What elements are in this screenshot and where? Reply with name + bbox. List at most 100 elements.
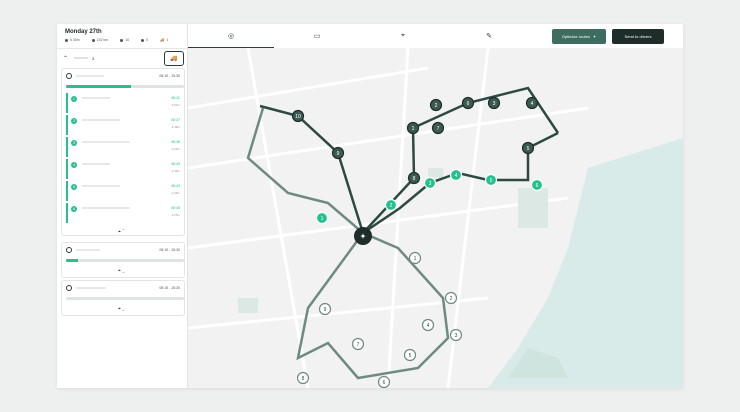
tab-locations[interactable]: ⌖ [360,24,446,47]
expand-control[interactable]: ⌖ ⌄ [118,268,125,274]
map-stop-label: 4 [531,101,534,107]
stop-item[interactable]: 1 08:31 2:52m [66,93,184,113]
stop-address-placeholder [82,141,130,143]
stop-number: 6 [71,206,77,212]
stop-duration: 2:26m [171,147,180,151]
duration-stat: 6 35m [65,38,80,42]
bus-icon: ▭ [313,32,321,40]
depot-icon: ✦ [360,232,367,241]
map-stop-label: 3 [493,101,496,107]
route-group-header[interactable]: ⌃ 3 🚚 [57,49,187,67]
box-icon [141,38,145,42]
stop-item[interactable]: 6 08:45 2:25m [66,203,184,223]
map-stop-label: 6 [536,183,539,189]
stop-address-placeholder [82,119,120,121]
map[interactable]: 1 2 3 4 5 6 7 8 9 10 1 2 3 4 5 6 1 2 3 4 5 6 7 8 9 ✦ [188,48,683,388]
pin-icon [120,38,124,42]
clock-icon [65,38,68,42]
map-stop-label: 4 [455,173,458,179]
route-progress [66,297,184,300]
map-stop-label: 1 [321,216,324,222]
route-count: 3 [92,55,95,61]
map-stop-label: 7 [357,342,360,348]
route-card-1[interactable]: 08:15 - 15:30 1 08:31 2:52m 2 08:37 2:48m 3 08:… [61,68,185,236]
vehicle-button[interactable]: 🚚 [164,51,184,66]
map-stop-label: 5 [490,178,493,184]
tab-edit[interactable]: ✎ [446,24,532,47]
stop-number: 5 [71,184,77,190]
day-header: Monday 27th 6 35m 152 km 16 0 🚚 1 [57,24,187,49]
route-time: 08:15 - 15:30 [159,286,180,290]
route-progress-fill [66,259,78,262]
distance-stat: 152 km [91,38,108,42]
stop-item[interactable]: 4 08:39 2:36m [66,159,184,179]
map-stop-label: 5 [527,146,530,152]
map-stop-label: 8 [302,376,305,382]
map-stop-label: 8 [413,176,416,182]
map-stop-label: 4 [427,323,430,329]
route-progress [66,259,184,262]
route-time: 08:15 - 15:30 [159,248,180,252]
driver-name-placeholder [76,75,104,77]
driver-avatar [66,285,72,291]
map-stop-label: 2 [390,203,393,209]
map-stop-label: 1 [412,126,415,132]
day-title: Monday 27th [65,29,102,35]
stop-time: 08:38 [171,140,180,144]
map-stop-label: 3 [429,181,432,187]
map-stop-label: 9 [324,307,327,313]
stop-address-placeholder [82,185,120,187]
app-window: Monday 27th 6 35m 152 km 16 0 🚚 1 ⌃ 3 🚚 0… [57,24,683,388]
stops-stat: 16 [120,38,129,42]
map-stop-label: 6 [467,101,470,107]
route-name-placeholder [74,57,89,59]
stop-time: 08:39 [171,162,180,166]
driver-avatar [66,247,72,253]
route-time: 08:15 - 15:30 [159,74,180,78]
truck-icon: 🚚 [160,38,165,42]
map-stop-label: 3 [455,333,458,339]
stop-duration: 2:52m [171,103,180,107]
map-stop-label: 2 [435,103,438,109]
tab-vehicles[interactable]: ▭ [274,24,360,47]
map-stop-label: 1 [414,256,417,262]
stop-time: 08:31 [171,96,180,100]
driver-name-placeholder [76,287,106,289]
expand-control[interactable]: ⌖ ⌄ [118,306,125,312]
stop-number: 2 [71,118,77,124]
tab-globe[interactable]: ◎ [188,24,274,49]
optimize-routes-button[interactable]: Optimize routes ✦ [552,29,606,44]
route-progress-fill [66,85,131,88]
edit-icon: ✎ [486,32,492,40]
route-card-2[interactable]: 08:15 - 15:30 ⌖ ⌄ [61,242,185,278]
globe-icon: ◎ [227,32,235,40]
vehicles-stat: 🚚 1 [160,38,169,42]
driver-name-placeholder [76,249,100,251]
stop-number: 4 [71,162,77,168]
stop-duration: 2:48m [171,191,180,195]
sparkle-icon: ✦ [592,34,597,39]
chevron-up-icon[interactable]: ⌃ [63,55,68,62]
map-stop-label: 2 [450,296,453,302]
sidebar: Monday 27th 6 35m 152 km 16 0 🚚 1 ⌃ 3 🚚 0… [57,24,188,388]
route-card-3[interactable]: 08:15 - 15:30 ⌖ ⌄ [61,280,185,316]
send-to-drivers-button[interactable]: Send to drivers [612,29,664,44]
stop-address-placeholder [82,97,110,99]
collapse-control[interactable]: ⌖ ⌃ [118,229,125,235]
stop-duration: 2:48m [171,125,180,129]
route-icon [91,38,95,42]
stop-number: 1 [71,96,77,102]
day-stats: 6 35m 152 km 16 0 🚚 1 [65,38,187,42]
location-pin-icon: ⌖ [401,31,405,39]
map-stop-label: 6 [383,380,386,386]
orders-stat: 0 [141,38,148,42]
stop-number: 3 [71,140,77,146]
map-stop-label: 7 [437,126,440,132]
stop-item[interactable]: 5 08:43 2:48m [66,181,184,201]
stop-item[interactable]: 3 08:38 2:26m [66,137,184,157]
stop-address-placeholder [82,163,110,165]
stop-address-placeholder [82,207,130,209]
route-progress [66,85,184,88]
stop-time: 08:37 [171,118,180,122]
stop-item[interactable]: 2 08:37 2:48m [66,115,184,135]
